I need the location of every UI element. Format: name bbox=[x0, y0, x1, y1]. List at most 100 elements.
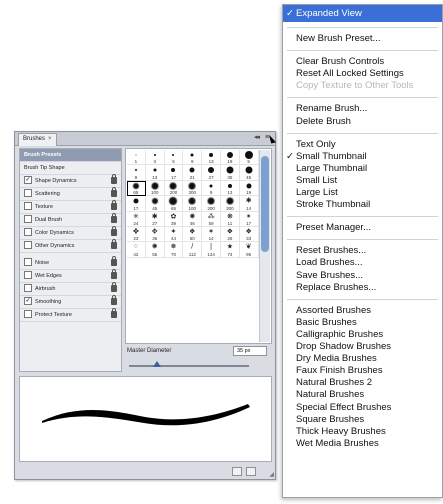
brush-preset[interactable]: ✺ 46 bbox=[183, 211, 203, 227]
menu-item[interactable]: Drop Shadow Brushes bbox=[296, 341, 391, 352]
master-diameter-input[interactable]: 35 px bbox=[233, 346, 267, 356]
brush-preset[interactable]: ✴ 17 bbox=[239, 211, 259, 227]
brush-preset[interactable]: 19 bbox=[220, 150, 240, 166]
sidebar-item[interactable]: Dual Brush bbox=[20, 213, 121, 227]
brush-preset[interactable]: 1 bbox=[127, 150, 146, 166]
sidebar-item[interactable]: ✓ Shape Dynamics bbox=[20, 174, 121, 188]
menu-item[interactable]: Rename Brush... bbox=[296, 103, 367, 114]
brush-preset[interactable]: 300 bbox=[220, 196, 240, 212]
menu-item[interactable]: Text Only bbox=[296, 139, 336, 150]
menu-item[interactable]: Load Brushes... bbox=[296, 257, 363, 268]
brush-preset[interactable]: 35 bbox=[220, 165, 240, 181]
brush-preset[interactable]: 200 bbox=[164, 180, 184, 197]
lock-icon[interactable] bbox=[111, 256, 117, 266]
brush-preset[interactable]: ★ 74 bbox=[220, 242, 240, 258]
menu-item[interactable]: Calligraphic Brushes bbox=[296, 329, 383, 340]
brush-preset[interactable]: ✶ 14 bbox=[202, 226, 221, 243]
sidebar-checkbox[interactable] bbox=[24, 201, 32, 210]
sidebar-checkbox[interactable] bbox=[24, 270, 32, 279]
brush-preset[interactable]: ✦ 44 bbox=[164, 226, 184, 243]
sidebar-item[interactable]: Texture bbox=[20, 200, 121, 214]
lock-icon[interactable] bbox=[111, 295, 117, 305]
menu-item[interactable]: Faux Finish Brushes bbox=[296, 365, 383, 376]
brush-preset[interactable]: ✺ 55 bbox=[145, 242, 165, 258]
menu-item[interactable]: Thick Heavy Brushes bbox=[296, 426, 386, 437]
brush-preset[interactable]: /112 bbox=[183, 242, 203, 258]
menu-item[interactable]: Special Effect Brushes bbox=[296, 402, 391, 413]
sidebar-checkbox[interactable] bbox=[24, 309, 32, 318]
brush-preset[interactable]: ❅ 70 bbox=[164, 242, 184, 258]
menu-item[interactable]: New Brush Preset... bbox=[296, 33, 380, 44]
sidebar-checkbox[interactable] bbox=[24, 214, 32, 223]
sidebar-checkbox[interactable] bbox=[24, 283, 32, 292]
brush-preset[interactable]: ⁘ 42 bbox=[127, 242, 146, 258]
brush-preset[interactable]: 300 bbox=[183, 180, 203, 197]
menu-item[interactable]: Basic Brushes bbox=[296, 317, 357, 328]
lock-icon[interactable] bbox=[111, 269, 117, 279]
trash-icon[interactable] bbox=[246, 467, 256, 476]
brush-preset[interactable]: 19 bbox=[239, 180, 259, 197]
menu-item[interactable]: Square Brushes bbox=[296, 414, 364, 425]
brush-preset[interactable]: 65 bbox=[127, 180, 146, 197]
tab-brushes[interactable]: Brushes × bbox=[18, 133, 57, 146]
sidebar-checkbox[interactable] bbox=[24, 257, 32, 266]
menu-item[interactable]: ✓ Small Thumbnail bbox=[286, 151, 367, 162]
lock-icon[interactable] bbox=[111, 187, 117, 197]
lock-icon[interactable] bbox=[111, 200, 117, 210]
lock-icon[interactable] bbox=[111, 308, 117, 318]
menu-item[interactable]: Clear Brush Controls bbox=[296, 56, 384, 67]
tab-close-icon[interactable]: × bbox=[48, 136, 52, 142]
brush-preset[interactable]: 45 bbox=[239, 165, 259, 181]
menu-item[interactable]: Save Brushes... bbox=[296, 270, 363, 281]
brush-preset[interactable]: 45 bbox=[145, 196, 165, 212]
menu-item[interactable]: Preset Manager... bbox=[296, 222, 371, 233]
lock-icon[interactable] bbox=[111, 213, 117, 223]
brush-preset[interactable]: ✥ 36 bbox=[145, 226, 165, 243]
brush-preset[interactable]: ✤ 23 bbox=[127, 226, 146, 243]
brush-preset[interactable]: ✿ 39 bbox=[164, 211, 184, 227]
sidebar-item[interactable]: Noise bbox=[20, 256, 121, 270]
menu-item[interactable]: Dry Media Brushes bbox=[296, 353, 377, 364]
sidebar-checkbox[interactable]: ✓ bbox=[24, 175, 32, 184]
menu-item[interactable]: Wet Media Brushes bbox=[296, 438, 379, 449]
brush-preset[interactable]: 3 bbox=[145, 150, 165, 166]
brush-preset[interactable]: 100 bbox=[183, 196, 203, 212]
sidebar-item[interactable]: ✓ Smoothing bbox=[20, 295, 121, 309]
create-new-preset-icon[interactable] bbox=[232, 467, 242, 476]
sidebar-item[interactable]: Brush Presets bbox=[20, 149, 121, 162]
brush-preset[interactable]: 200 bbox=[202, 196, 221, 212]
resize-grip-icon[interactable]: ◢ bbox=[269, 472, 274, 478]
brush-preset[interactable]: 5 bbox=[239, 150, 259, 166]
menu-item[interactable]: Large List bbox=[296, 187, 338, 198]
brush-preset[interactable]: ✳ 24 bbox=[127, 211, 146, 227]
brush-preset[interactable]: ⁂ 59 bbox=[202, 211, 221, 227]
brush-preset[interactable]: ❋ 11 bbox=[220, 211, 240, 227]
sidebar-item[interactable]: Color Dynamics bbox=[20, 226, 121, 240]
brush-preset[interactable]: 13 bbox=[145, 165, 165, 181]
panel-title-bar[interactable]: Brushes × ◂◂ ≡ bbox=[15, 132, 275, 146]
brush-preset[interactable]: 27 bbox=[202, 165, 221, 181]
master-diameter-slider-knob[interactable] bbox=[153, 361, 161, 367]
sidebar-item[interactable]: Protect Texture bbox=[20, 308, 121, 322]
sidebar-checkbox[interactable]: ✓ bbox=[24, 296, 32, 305]
menu-item[interactable]: Replace Brushes... bbox=[296, 282, 376, 293]
sidebar-checkbox[interactable] bbox=[24, 227, 32, 236]
menu-item[interactable]: Assorted Brushes bbox=[296, 305, 371, 316]
menu-item[interactable]: Natural Brushes bbox=[296, 389, 364, 400]
menu-item[interactable]: Reset Brushes... bbox=[296, 245, 366, 256]
sidebar-checkbox[interactable] bbox=[24, 240, 32, 249]
sidebar-item[interactable]: Scattering bbox=[20, 187, 121, 201]
lock-icon[interactable] bbox=[111, 174, 117, 184]
sidebar-item[interactable]: Brush Tip Shape bbox=[20, 162, 121, 175]
brush-preset[interactable]: ✱ 14 bbox=[239, 196, 259, 212]
brush-preset[interactable]: 17 bbox=[127, 196, 146, 212]
collapse-panel-icon[interactable]: ◂◂ bbox=[254, 133, 260, 141]
menu-item[interactable]: Delete Brush bbox=[296, 116, 351, 127]
brush-preset[interactable]: 9 bbox=[127, 165, 146, 181]
sidebar-item[interactable]: Airbrush bbox=[20, 282, 121, 296]
menu-item[interactable]: Stroke Thumbnail bbox=[296, 199, 370, 210]
brush-preset[interactable]: 21 bbox=[183, 165, 203, 181]
sidebar-item[interactable]: Wet Edges bbox=[20, 269, 121, 283]
brush-preset[interactable]: 65 bbox=[164, 196, 184, 212]
lock-icon[interactable] bbox=[111, 226, 117, 236]
